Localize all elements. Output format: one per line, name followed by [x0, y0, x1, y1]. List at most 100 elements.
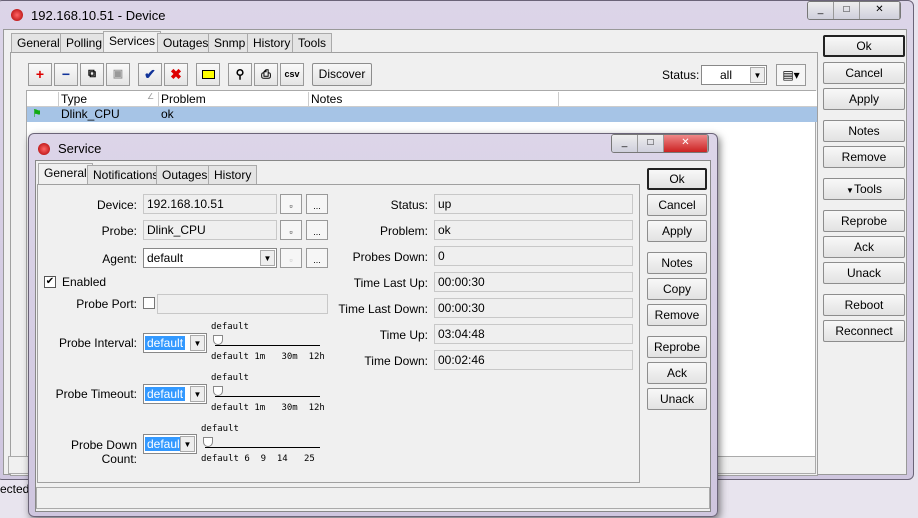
- agent-small-button[interactable]: ▫: [280, 248, 302, 268]
- cancel-button[interactable]: Cancel: [647, 194, 707, 216]
- cancel-button[interactable]: Cancel: [823, 62, 905, 84]
- copy-icon[interactable]: ⧉: [80, 63, 104, 86]
- cell-type: Dlink_CPU: [61, 107, 120, 121]
- probe-field[interactable]: Dlink_CPU: [143, 220, 277, 240]
- tab-polling[interactable]: Polling: [60, 33, 109, 52]
- agent-more-button[interactable]: ...: [306, 248, 328, 268]
- time-up-label: Time Up:: [379, 328, 428, 342]
- probe-down-count-slider[interactable]: [205, 447, 320, 448]
- reboot-button[interactable]: Reboot: [823, 294, 905, 316]
- probe-timeout-slider-value: default: [211, 373, 249, 383]
- chevron-down-icon: ▼: [180, 436, 195, 452]
- status-filter-select[interactable]: all ▼: [701, 65, 767, 85]
- columns-menu-icon[interactable]: ▤▾: [776, 64, 806, 86]
- disable-x-icon[interactable]: ✖: [164, 63, 188, 86]
- tab-history[interactable]: History: [208, 165, 258, 184]
- unack-button[interactable]: Unack: [823, 262, 905, 284]
- column-type[interactable]: Type: [61, 92, 87, 106]
- maximize-button[interactable]: □: [834, 2, 860, 19]
- comment-icon[interactable]: [196, 63, 220, 86]
- tab-tools[interactable]: Tools: [292, 33, 333, 52]
- enabled-label: Enabled: [62, 275, 107, 289]
- ack-button[interactable]: Ack: [647, 362, 707, 384]
- apply-button[interactable]: Apply: [823, 88, 905, 110]
- reprobe-button[interactable]: Reprobe: [823, 210, 905, 232]
- notes-button[interactable]: Notes: [647, 252, 707, 274]
- notes-button[interactable]: Notes: [823, 120, 905, 142]
- agent-label: Agent:: [102, 252, 137, 266]
- chevron-down-icon: ▼: [846, 186, 854, 195]
- probes-down-label: Probes Down:: [352, 250, 428, 264]
- probe-interval-slider-value: default: [211, 322, 249, 332]
- tab-snmp[interactable]: Snmp: [208, 33, 252, 52]
- ack-button[interactable]: Ack: [823, 236, 905, 258]
- time-last-down-value: 00:00:30: [434, 298, 633, 318]
- table-row[interactable]: ⚑ Dlink_CPU ok: [27, 107, 817, 122]
- probe-down-count-select[interactable]: default ▼: [143, 434, 197, 454]
- tab-history[interactable]: History: [247, 33, 297, 52]
- probe-interval-label: Probe Interval:: [58, 336, 137, 350]
- reconnect-button[interactable]: Reconnect: [823, 320, 905, 342]
- enable-check-icon[interactable]: ✔: [138, 63, 162, 86]
- discover-button[interactable]: Discover: [312, 63, 372, 86]
- remove-button[interactable]: Remove: [823, 146, 905, 168]
- column-problem[interactable]: Problem: [161, 92, 206, 106]
- probe-timeout-label: Probe Timeout:: [55, 387, 137, 401]
- minimize-button[interactable]: _: [612, 135, 638, 152]
- probe-timeout-select[interactable]: default ▼: [143, 384, 207, 404]
- probe-timeout-ticks: default 1m 30m 12h: [211, 403, 325, 413]
- tools-button[interactable]: ▼Tools: [823, 178, 905, 200]
- tab-outages[interactable]: Outages: [156, 165, 214, 184]
- tab-general[interactable]: General: [38, 163, 93, 184]
- ok-button[interactable]: Ok: [823, 35, 905, 57]
- probe-down-count-slider-thumb[interactable]: [203, 437, 213, 447]
- close-button[interactable]: ✕: [860, 2, 900, 19]
- close-button[interactable]: ✕: [664, 135, 708, 152]
- remove-button[interactable]: Remove: [647, 304, 707, 326]
- probe-interval-slider[interactable]: [215, 345, 320, 346]
- device-more-button[interactable]: ...: [306, 194, 328, 214]
- window-controls: _ □ ✕: [807, 1, 901, 20]
- dialog-title: Service: [58, 141, 102, 156]
- problem-label: Problem:: [379, 224, 428, 238]
- probe-timeout-slider-thumb[interactable]: [213, 386, 223, 396]
- paste-icon[interactable]: ▣: [106, 63, 130, 86]
- agent-select[interactable]: default ▼: [143, 248, 277, 268]
- flag-icon: ⚑: [32, 108, 42, 120]
- add-icon[interactable]: +: [28, 63, 52, 86]
- probe-interval-select[interactable]: default ▼: [143, 333, 207, 353]
- device-field[interactable]: 192.168.10.51: [143, 194, 277, 214]
- unack-button[interactable]: Unack: [647, 388, 707, 410]
- remove-icon[interactable]: −: [54, 63, 78, 86]
- problem-value: ok: [434, 220, 633, 240]
- time-down-label: Time Down:: [364, 354, 428, 368]
- tab-outages[interactable]: Outages: [157, 33, 215, 52]
- device-small-button[interactable]: ▫: [280, 194, 302, 214]
- apply-button[interactable]: Apply: [647, 220, 707, 242]
- maximize-button[interactable]: □: [638, 135, 664, 152]
- print-icon[interactable]: ⎙: [254, 63, 278, 86]
- time-down-value: 00:02:46: [434, 350, 633, 370]
- minimize-button[interactable]: _: [808, 2, 834, 19]
- time-last-down-label: Time Last Down:: [338, 302, 428, 316]
- cell-problem: ok: [161, 107, 174, 121]
- reprobe-button[interactable]: Reprobe: [647, 336, 707, 358]
- probe-interval-ticks: default 1m 30m 12h: [211, 352, 325, 362]
- ok-button[interactable]: Ok: [647, 168, 707, 190]
- column-notes[interactable]: Notes: [311, 92, 342, 106]
- probe-port-field[interactable]: [157, 294, 328, 314]
- tab-services[interactable]: Services: [103, 31, 162, 52]
- probe-small-button[interactable]: ▫: [280, 220, 302, 240]
- find-binoculars-icon[interactable]: ⚲: [228, 63, 252, 86]
- tab-general[interactable]: General: [11, 33, 66, 52]
- chevron-down-icon: ▼: [190, 386, 205, 402]
- probe-more-button[interactable]: ...: [306, 220, 328, 240]
- copy-button[interactable]: Copy: [647, 278, 707, 300]
- enabled-checkbox[interactable]: ✔: [44, 276, 56, 288]
- csv-icon[interactable]: csv: [280, 63, 304, 86]
- tab-notifications[interactable]: Notifications: [87, 165, 165, 184]
- device-tabs: General Polling Services Outages Snmp Hi…: [11, 31, 411, 53]
- probe-interval-slider-thumb[interactable]: [213, 335, 223, 345]
- probe-port-checkbox[interactable]: [143, 297, 155, 309]
- probe-timeout-slider[interactable]: [215, 396, 320, 397]
